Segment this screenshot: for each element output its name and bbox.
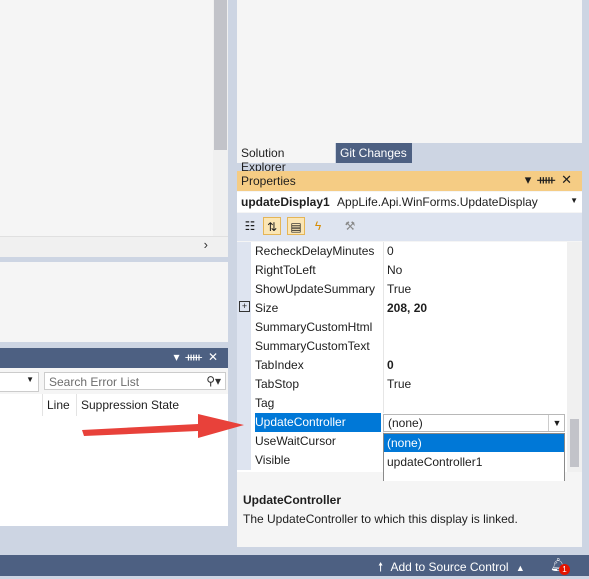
pin-icon[interactable]: ᚔ bbox=[537, 172, 561, 187]
arrow-shape bbox=[82, 414, 244, 438]
property-row[interactable]: TabIndex 0 bbox=[237, 356, 567, 375]
annotation-arrow bbox=[82, 414, 244, 438]
designer-panel bbox=[0, 262, 228, 342]
column-line[interactable]: Line bbox=[42, 394, 74, 416]
pin-icon[interactable]: ᚔ bbox=[186, 350, 208, 364]
property-name: Visible bbox=[255, 453, 291, 467]
error-search-input[interactable]: Search Error List ⚲▾ bbox=[44, 372, 226, 390]
arrow-up-icon: 🠕 bbox=[378, 560, 384, 574]
tab-solution-explorer[interactable]: Solution Explorer bbox=[237, 143, 335, 174]
object-selector[interactable]: updateDisplay1 AppLife.Api.WinForms.Upda… bbox=[237, 192, 582, 212]
notification-badge: 1 bbox=[559, 564, 570, 575]
property-name: UpdateController bbox=[255, 413, 381, 432]
property-row[interactable]: SummaryCustomText bbox=[237, 337, 567, 356]
property-row[interactable]: Tag bbox=[237, 394, 567, 413]
search-placeholder: Search Error List bbox=[49, 375, 140, 389]
tab-git-changes[interactable]: Git Changes bbox=[336, 143, 412, 163]
object-name: updateDisplay1 bbox=[241, 195, 330, 209]
description-text: The UpdateController to which this displ… bbox=[243, 512, 518, 526]
property-row[interactable]: SummaryCustomHtml bbox=[237, 318, 567, 337]
solution-explorer-panel bbox=[237, 0, 582, 143]
chevron-down-icon[interactable]: ▼ bbox=[548, 415, 565, 431]
option-none[interactable]: (none) bbox=[384, 434, 564, 452]
expand-icon[interactable]: + bbox=[239, 301, 250, 312]
source-control-label: Add to Source Control bbox=[390, 560, 509, 574]
close-icon[interactable]: ✕ bbox=[208, 350, 224, 364]
chevron-down-icon: ▼ bbox=[26, 375, 34, 384]
status-bar: 🠕 Add to Source Control ▲ 🔔︎ 1 bbox=[0, 555, 589, 576]
update-controller-dropdown[interactable]: (none) ▼ bbox=[383, 414, 565, 432]
editor-area bbox=[0, 0, 213, 236]
chevron-down-icon: ▼ bbox=[570, 196, 578, 205]
property-row[interactable]: ShowUpdateSummary True bbox=[237, 280, 567, 299]
right-tab-bar: Solution Explorer Git Changes bbox=[237, 143, 582, 174]
editor-scroll-thumb[interactable] bbox=[214, 0, 227, 150]
property-row[interactable]: RecheckDelayMinutes 0 bbox=[237, 242, 567, 261]
property-row[interactable]: RightToLeft No bbox=[237, 261, 567, 280]
events-lightning-icon[interactable]: ϟ bbox=[309, 217, 327, 235]
properties-title-bar: Properties ▾ᚔ✕ bbox=[237, 171, 582, 191]
close-icon[interactable]: ✕ bbox=[561, 172, 578, 187]
property-description: UpdateController The UpdateController to… bbox=[237, 481, 582, 547]
description-title: UpdateController bbox=[243, 493, 342, 507]
properties-toolbar: ☷ ⇅ ▤ ϟ ⚒ bbox=[237, 213, 582, 241]
editor-horizontal-scrollbar[interactable]: › bbox=[0, 236, 228, 257]
properties-view-icon[interactable]: ▤ bbox=[287, 217, 305, 235]
error-scope-dropdown[interactable]: ▼ bbox=[0, 372, 39, 392]
categorized-icon[interactable]: ☷ bbox=[241, 217, 259, 235]
dropdown-current-value: (none) bbox=[388, 416, 423, 430]
properties-title: Properties bbox=[241, 174, 296, 188]
object-type: AppLife.Api.WinForms.UpdateDisplay bbox=[337, 195, 538, 209]
update-controller-options: (none) updateController1 bbox=[383, 433, 565, 483]
chevron-right-icon[interactable]: › bbox=[204, 237, 208, 252]
dropdown-icon[interactable]: ▾ bbox=[173, 350, 185, 364]
property-row[interactable]: + Size 208, 20 bbox=[237, 299, 567, 318]
properties-window: Properties ▾ᚔ✕ updateDisplay1 AppLife.Ap… bbox=[237, 171, 582, 547]
error-list-toolbar: ▼ Search Error List ⚲▾ bbox=[0, 368, 228, 394]
search-icon[interactable]: ⚲▾ bbox=[206, 374, 221, 388]
error-list-title-bar: ▾ᚔ✕ bbox=[0, 348, 228, 368]
alphabetical-icon[interactable]: ⇅ bbox=[263, 217, 281, 235]
option-update-controller1[interactable]: updateController1 bbox=[384, 453, 564, 471]
caret-up-icon: ▲ bbox=[515, 563, 525, 573]
property-grid-scroll-thumb[interactable] bbox=[570, 419, 579, 467]
property-pages-wrench-icon[interactable]: ⚒ bbox=[341, 217, 359, 235]
dropdown-icon[interactable]: ▾ bbox=[525, 172, 538, 187]
property-row[interactable]: TabStop True bbox=[237, 375, 567, 394]
